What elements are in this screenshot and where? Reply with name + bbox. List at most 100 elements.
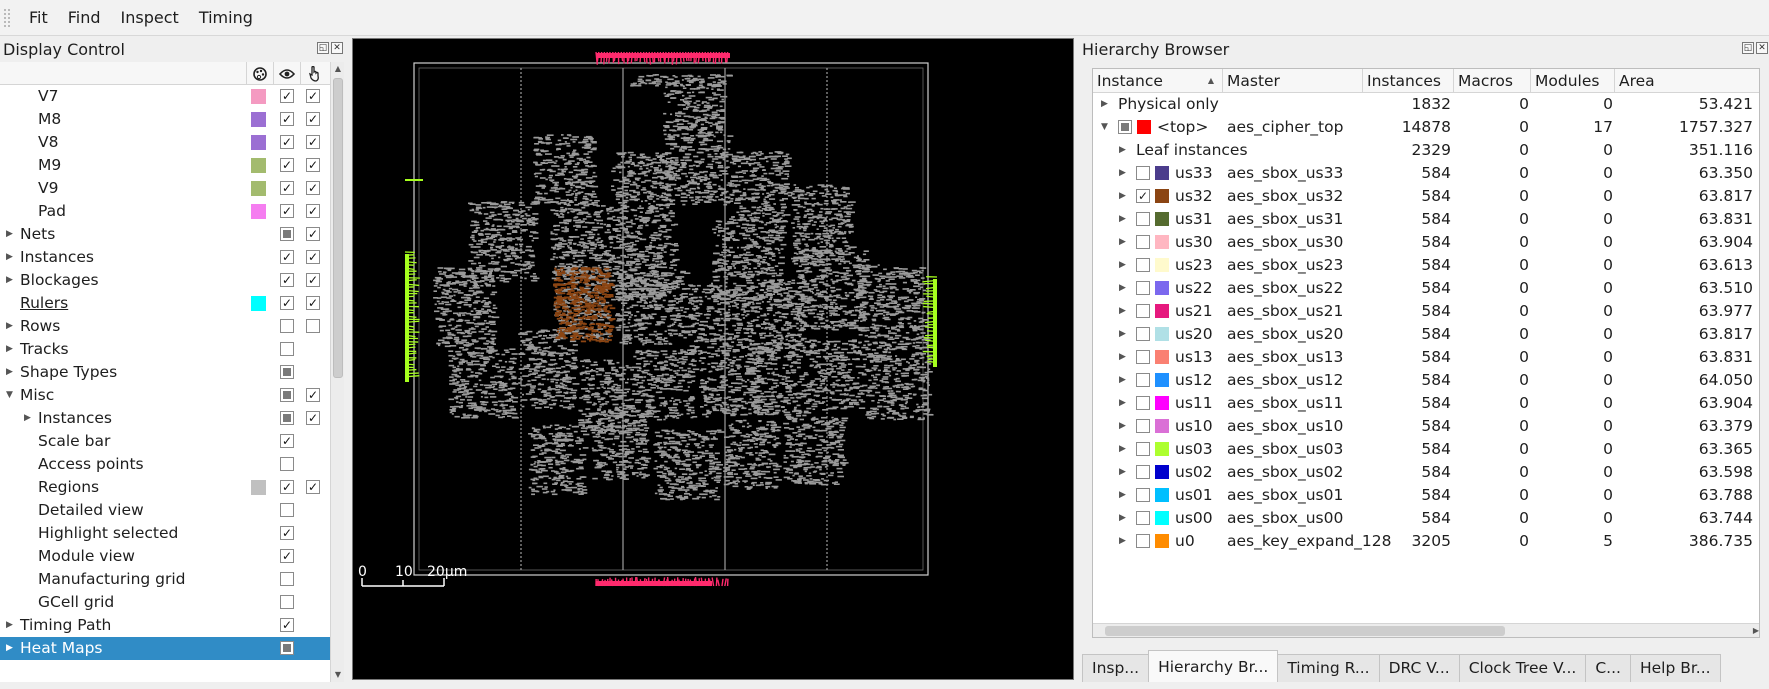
visible-checkbox[interactable] (280, 411, 294, 425)
visible-checkbox[interactable]: ✓ (280, 618, 294, 632)
selectable-checkbox[interactable]: ✓ (306, 89, 320, 103)
layout-viewer[interactable]: 0 10 20μm (352, 38, 1074, 680)
visible-checkbox[interactable]: ✓ (280, 480, 294, 494)
display-row-heat-maps[interactable]: ▶ Heat Maps (0, 637, 330, 660)
visible-checkbox[interactable]: ✓ (280, 204, 294, 218)
scrollbar-thumb[interactable] (333, 78, 343, 378)
visible-checkbox[interactable] (280, 641, 294, 655)
selectable-checkbox[interactable]: ✓ (306, 227, 320, 241)
color-swatch[interactable] (251, 135, 266, 150)
collapse-arrow-icon[interactable]: ▶ (6, 338, 13, 361)
scroll-up-icon[interactable]: ▲ (332, 62, 344, 76)
layout-canvas[interactable]: 0 10 20μm (353, 39, 1074, 680)
display-row-m8[interactable]: M8 ✓ ✓ (0, 108, 330, 131)
selectable-checkbox[interactable]: ✓ (306, 250, 320, 264)
display-row-module-view[interactable]: Module view ✓ (0, 545, 330, 568)
toolbar-grip[interactable] (3, 7, 11, 28)
expand-arrow-icon[interactable]: ▼ (6, 384, 13, 407)
display-row-instances[interactable]: ▶ Instances ✓ (0, 407, 330, 430)
display-row-shape-types[interactable]: ▶ Shape Types (0, 361, 330, 384)
display-row-timing-path[interactable]: ▶ Timing Path ✓ (0, 614, 330, 637)
display-row-m9[interactable]: M9 ✓ ✓ (0, 154, 330, 177)
display-row-rows[interactable]: ▶ Rows (0, 315, 330, 338)
menu-inspect[interactable]: Inspect (111, 0, 189, 36)
display-row-regions[interactable]: Regions ✓ ✓ (0, 476, 330, 499)
standard-cell (785, 335, 789, 338)
visible-checkbox[interactable]: ✓ (280, 526, 294, 540)
visible-checkbox[interactable] (280, 457, 294, 471)
visible-checkbox[interactable] (280, 342, 294, 356)
close-icon[interactable]: ✕ (331, 42, 343, 54)
visible-checkbox[interactable] (280, 503, 294, 517)
selectable-checkbox[interactable]: ✓ (306, 480, 320, 494)
display-row-v9[interactable]: V9 ✓ ✓ (0, 177, 330, 200)
color-swatch[interactable] (251, 296, 266, 311)
collapse-arrow-icon[interactable]: ▶ (6, 614, 13, 637)
menu-find[interactable]: Find (58, 0, 111, 36)
display-row-blockages[interactable]: ▶ Blockages ✓ ✓ (0, 269, 330, 292)
visible-checkbox[interactable]: ✓ (280, 296, 294, 310)
scroll-down-icon[interactable]: ▼ (332, 668, 344, 682)
display-row-nets[interactable]: ▶ Nets ✓ (0, 223, 330, 246)
collapse-arrow-icon[interactable]: ▶ (6, 637, 13, 660)
color-swatch[interactable] (251, 89, 266, 104)
visible-checkbox[interactable]: ✓ (280, 112, 294, 126)
selectable-checkbox[interactable]: ✓ (306, 135, 320, 149)
color-swatch[interactable] (251, 112, 266, 127)
color-swatch[interactable] (251, 204, 266, 219)
visible-checkbox[interactable]: ✓ (280, 158, 294, 172)
visible-checkbox[interactable] (280, 319, 294, 333)
selectable-checkbox[interactable]: ✓ (306, 158, 320, 172)
selectable-checkbox[interactable]: ✓ (306, 112, 320, 126)
standard-cell (751, 282, 754, 284)
display-row-access-points[interactable]: Access points (0, 453, 330, 476)
selectable-checkbox[interactable]: ✓ (306, 181, 320, 195)
visible-checkbox[interactable]: ✓ (280, 250, 294, 264)
visible-checkbox[interactable] (280, 595, 294, 609)
display-row-v7[interactable]: V7 ✓ ✓ (0, 85, 330, 108)
selectable-checkbox[interactable]: ✓ (306, 296, 320, 310)
selectable-checkbox[interactable]: ✓ (306, 273, 320, 287)
display-row-scale-bar[interactable]: Scale bar ✓ (0, 430, 330, 453)
display-row-gcell-grid[interactable]: GCell grid (0, 591, 330, 614)
color-swatch[interactable] (251, 158, 266, 173)
visible-checkbox[interactable] (280, 388, 294, 402)
float-icon[interactable]: ◱ (317, 42, 329, 54)
standard-cell (621, 156, 625, 158)
collapse-arrow-icon[interactable]: ▶ (6, 315, 13, 338)
display-control-scrollbar[interactable]: ▲ ▼ (330, 62, 344, 682)
collapse-arrow-icon[interactable]: ▶ (6, 223, 13, 246)
visible-checkbox[interactable] (280, 365, 294, 379)
menu-timing[interactable]: Timing (189, 0, 263, 36)
display-row-highlight-selected[interactable]: Highlight selected ✓ (0, 522, 330, 545)
selectable-checkbox[interactable]: ✓ (306, 388, 320, 402)
display-row-pad[interactable]: Pad ✓ ✓ (0, 200, 330, 223)
visible-checkbox[interactable]: ✓ (280, 89, 294, 103)
standard-cell (575, 185, 582, 188)
visible-checkbox[interactable]: ✓ (280, 135, 294, 149)
display-row-rulers[interactable]: Rulers ✓ ✓ (0, 292, 330, 315)
selectable-checkbox[interactable]: ✓ (306, 411, 320, 425)
visible-checkbox[interactable]: ✓ (280, 181, 294, 195)
menu-fit[interactable]: Fit (19, 0, 58, 36)
standard-cell (731, 305, 738, 307)
selectable-checkbox[interactable] (306, 319, 320, 333)
display-row-v8[interactable]: V8 ✓ ✓ (0, 131, 330, 154)
visible-checkbox[interactable]: ✓ (280, 549, 294, 563)
color-swatch[interactable] (251, 181, 266, 196)
collapse-arrow-icon[interactable]: ▶ (6, 246, 13, 269)
display-row-instances[interactable]: ▶ Instances ✓ ✓ (0, 246, 330, 269)
color-swatch[interactable] (251, 480, 266, 495)
display-row-manufacturing-grid[interactable]: Manufacturing grid (0, 568, 330, 591)
selectable-checkbox[interactable]: ✓ (306, 204, 320, 218)
collapse-arrow-icon[interactable]: ▶ (24, 407, 31, 430)
visible-checkbox[interactable]: ✓ (280, 273, 294, 287)
display-row-tracks[interactable]: ▶ Tracks (0, 338, 330, 361)
visible-checkbox[interactable] (280, 572, 294, 586)
display-row-detailed-view[interactable]: Detailed view (0, 499, 330, 522)
collapse-arrow-icon[interactable]: ▶ (6, 269, 13, 292)
display-row-misc[interactable]: ▼ Misc ✓ (0, 384, 330, 407)
collapse-arrow-icon[interactable]: ▶ (6, 361, 13, 384)
visible-checkbox[interactable] (280, 227, 294, 241)
visible-checkbox[interactable]: ✓ (280, 434, 294, 448)
